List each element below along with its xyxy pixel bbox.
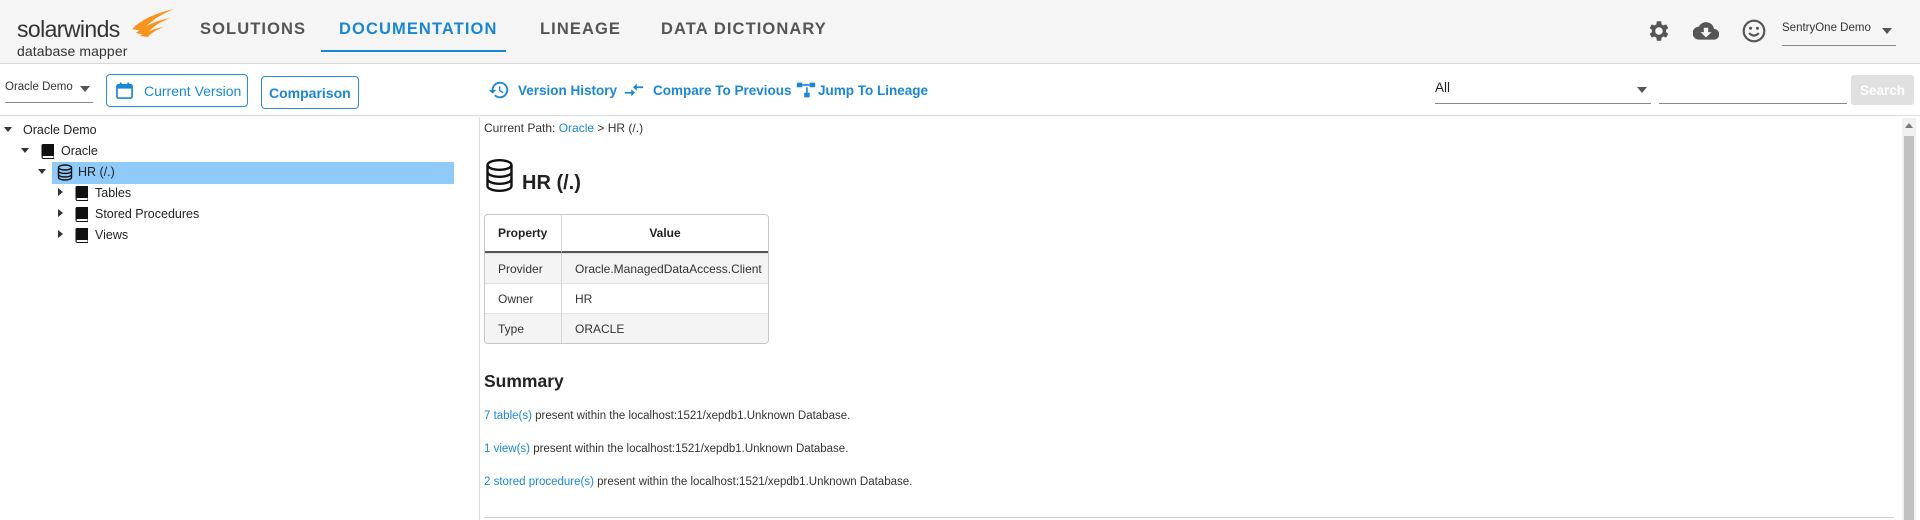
cell-value: ORACLE (562, 313, 768, 343)
database-select-value: Oracle Demo (5, 81, 73, 93)
comparison-button[interactable]: Comparison (261, 76, 359, 109)
properties-table: Property Value Provider Oracle.ManagedDa… (484, 214, 769, 344)
divider (484, 517, 1894, 518)
toolbar: Oracle Demo Current Version Comparison V… (0, 64, 1920, 116)
smiley-icon[interactable] (1741, 18, 1767, 44)
book-icon (41, 144, 54, 159)
gear-icon[interactable] (1645, 18, 1671, 44)
cell-value: Oracle.ManagedDataAccess.Client (562, 253, 768, 283)
book-icon (75, 207, 88, 222)
page-title: HR (/.) (522, 172, 581, 194)
compare-previous-link[interactable]: Compare To Previous (653, 83, 792, 98)
filter-select-value: All (1435, 80, 1451, 95)
tree-item-label[interactable]: Tables (95, 186, 131, 200)
tree-item-label[interactable]: Oracle (61, 144, 98, 158)
breadcrumb-separator: > (597, 121, 605, 135)
views-count-link[interactable]: 1 view(s) (484, 443, 530, 455)
caret-right-icon[interactable] (58, 230, 63, 238)
jump-lineage-link[interactable]: Jump To Lineage (818, 83, 928, 98)
column-header-value[interactable]: Value (562, 215, 768, 253)
summary-text: present within the localhost:1521/xepdb1… (593, 476, 913, 488)
scrollbar-thumb[interactable] (1904, 136, 1914, 520)
top-header: solarwinds database mapper SOLUTIONS DOC… (0, 0, 1920, 64)
database-icon (57, 164, 73, 181)
logo-subtitle: database mapper (17, 43, 128, 59)
cell-property: Owner (485, 283, 562, 313)
breadcrumb-link-oracle[interactable]: Oracle (559, 121, 594, 135)
nav-data-dictionary[interactable]: DATA DICTIONARY (661, 20, 827, 39)
logo-bird-icon (132, 9, 174, 37)
compare-arrows-icon[interactable] (623, 79, 645, 101)
chevron-down-icon (80, 86, 90, 92)
tree-item-label[interactable]: Views (95, 228, 128, 242)
comparison-label: Comparison (269, 85, 351, 101)
summary-line-tables: 7 table(s) present within the localhost:… (484, 410, 850, 422)
table-row: Provider Oracle.ManagedDataAccess.Client (485, 253, 768, 283)
breadcrumb: Current Path: Oracle > HR (/.) (484, 121, 643, 135)
breadcrumb-prefix: Current Path: (484, 121, 556, 135)
tree-panel: Oracle Demo Oracle HR (/.) Tables Stored… (0, 117, 480, 520)
nav-documentation[interactable]: DOCUMENTATION (339, 20, 498, 39)
column-header-property[interactable]: Property (485, 215, 562, 253)
current-version-label: Current Version (144, 83, 242, 99)
table-row: Owner HR (485, 283, 768, 313)
calendar-icon (116, 82, 133, 99)
summary-heading: Summary (484, 371, 564, 391)
content-panel: Current Path: Oracle > HR (/.) HR (/.) P… (481, 117, 1900, 520)
breadcrumb-current: HR (/.) (607, 121, 644, 135)
caret-right-icon[interactable] (58, 209, 63, 217)
book-icon (75, 228, 88, 243)
procedures-count-link[interactable]: 2 stored procedure(s) (484, 476, 594, 488)
tree-item-label[interactable]: Stored Procedures (95, 207, 199, 221)
filter-select[interactable]: All (1435, 80, 1651, 104)
chevron-down-icon (1637, 87, 1647, 93)
cell-property: Type (485, 313, 562, 343)
chevron-down-icon (1882, 28, 1892, 34)
nav-lineage[interactable]: LINEAGE (540, 20, 621, 39)
version-history-link[interactable]: Version History (518, 83, 617, 98)
solarwinds-logo[interactable]: solarwinds database mapper (17, 7, 174, 59)
scroll-up-icon[interactable] (1905, 123, 1913, 128)
vertical-scrollbar[interactable] (1902, 118, 1916, 520)
history-icon[interactable] (488, 79, 510, 101)
current-version-button[interactable]: Current Version (106, 74, 248, 107)
logo-name: solarwinds (17, 16, 120, 42)
search-button[interactable]: Search (1851, 75, 1914, 105)
summary-line-views: 1 view(s) present within the localhost:1… (484, 443, 848, 455)
summary-line-procedures: 2 stored procedure(s) present within the… (484, 476, 912, 488)
cell-property: Provider (485, 253, 562, 283)
database-icon (486, 159, 513, 193)
tree-item-label[interactable]: Oracle Demo (23, 123, 97, 137)
active-nav-underline (321, 50, 506, 52)
user-dropdown[interactable]: SentryOne Demo (1782, 22, 1896, 46)
tree-item-label[interactable]: HR (/.) (78, 165, 115, 179)
database-select[interactable]: Oracle Demo (5, 81, 93, 103)
caret-down-icon[interactable] (38, 169, 46, 174)
summary-text: present within the localhost:1521/xepdb1… (530, 443, 849, 455)
search-input[interactable] (1659, 78, 1847, 104)
caret-down-icon[interactable] (4, 127, 12, 132)
table-header-row: Property Value (485, 215, 768, 253)
table-row: Type ORACLE (485, 313, 768, 343)
cell-value: HR (562, 283, 768, 313)
cloud-download-icon[interactable] (1693, 18, 1719, 44)
summary-text: present within the localhost:1521/xepdb1… (531, 410, 851, 422)
caret-right-icon[interactable] (58, 188, 63, 196)
nav-solutions[interactable]: SOLUTIONS (200, 20, 306, 39)
book-icon (75, 186, 88, 201)
tables-count-link[interactable]: 7 table(s) (484, 410, 532, 422)
caret-down-icon[interactable] (21, 148, 29, 153)
user-name: SentryOne Demo (1782, 22, 1871, 34)
lineage-icon[interactable] (795, 79, 817, 101)
